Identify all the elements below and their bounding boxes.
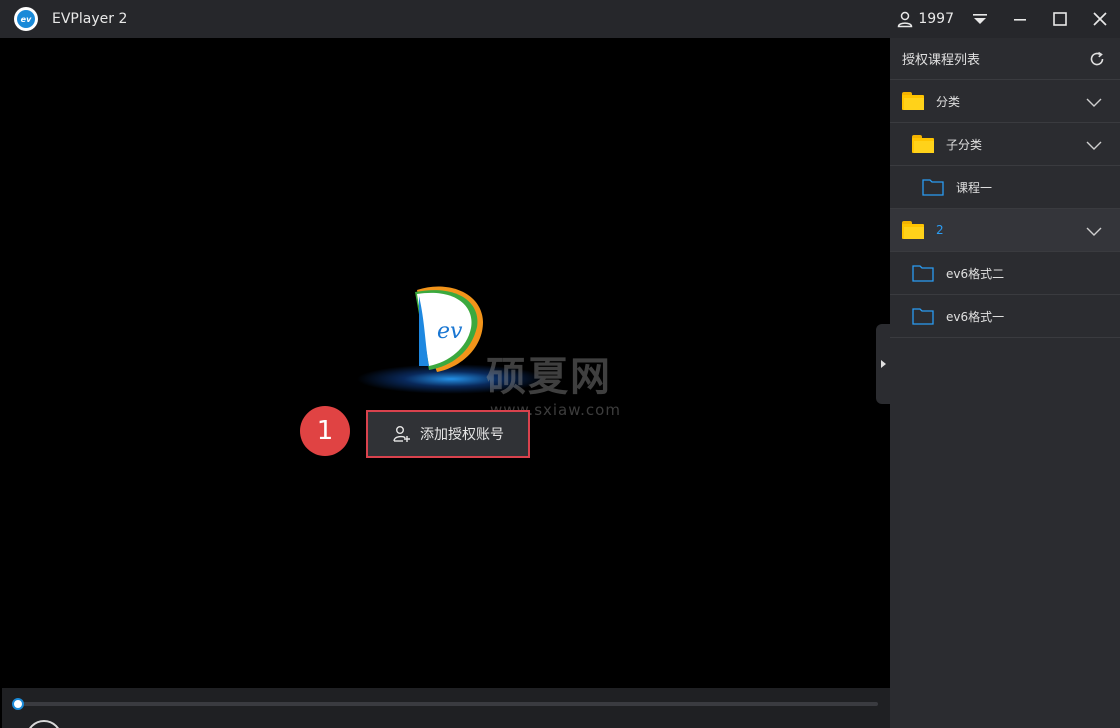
add-account-label: 添加授权账号: [420, 427, 504, 443]
app-logo-text: ev: [17, 10, 35, 28]
minimize-icon: [1014, 19, 1026, 21]
ev-logo-icon: ev: [415, 286, 483, 372]
maximize-icon: [1053, 12, 1067, 26]
progress-track[interactable]: [12, 698, 878, 710]
tree-item[interactable]: 2: [890, 209, 1120, 252]
minimize-button[interactable]: [1000, 0, 1040, 38]
course-sidebar: 授权课程列表 分类子分类课程一 2 ev6格式二 ev6格式一: [890, 38, 1120, 728]
tree-item[interactable]: 子分类: [890, 123, 1120, 166]
app-title: EVPlayer 2: [52, 11, 128, 27]
tree-item[interactable]: 课程一: [890, 166, 1120, 209]
sidebar-toggle-button[interactable]: [876, 324, 890, 404]
player-logo-text: ev: [437, 319, 463, 344]
tree-item-label: 2: [936, 223, 944, 237]
app-logo: ev: [14, 7, 38, 31]
collapse-arrow-icon: [880, 360, 886, 368]
playback-bar: [2, 688, 890, 728]
add-authorized-account-button[interactable]: 添加授权账号: [366, 410, 530, 458]
folder-icon: [912, 135, 934, 153]
step-badge: 1: [300, 406, 350, 456]
tree-item-label: 子分类: [946, 137, 983, 152]
folder-outline-icon: [922, 179, 944, 196]
maximize-button[interactable]: [1040, 0, 1080, 38]
menu-dropdown-button[interactable]: [960, 0, 1000, 38]
watermark-text: 硕夏网: [486, 354, 612, 400]
menu-dropdown-icon: [973, 14, 987, 24]
tree-item[interactable]: ev6格式二: [890, 252, 1120, 295]
user-name: 1997: [918, 11, 954, 27]
chevron-down-icon[interactable]: [1086, 137, 1102, 151]
folder-outline-icon: [912, 265, 934, 282]
user-account-button[interactable]: 1997: [890, 0, 960, 38]
close-icon: [1093, 12, 1107, 26]
tree-item[interactable]: 分类: [890, 80, 1120, 123]
chevron-down-icon[interactable]: [1086, 223, 1102, 237]
tree-item[interactable]: ev6格式一: [890, 295, 1120, 338]
title-bar-controls: 1997: [890, 0, 1120, 38]
tree-item-label: 分类: [936, 94, 961, 109]
player-logo: ev: [407, 282, 487, 382]
course-tree: 分类子分类课程一 2 ev6格式二 ev6格式一: [890, 80, 1120, 338]
folder-outline-icon: [912, 308, 934, 325]
tree-item-label: 课程一: [956, 180, 993, 195]
progress-thumb[interactable]: [12, 698, 24, 710]
refresh-icon: [1090, 51, 1104, 65]
tree-item-label: ev6格式一: [946, 309, 1005, 324]
tree-item-label: ev6格式二: [946, 266, 1005, 281]
close-button[interactable]: [1080, 0, 1120, 38]
sidebar-header: 授权课程列表: [890, 38, 1120, 80]
user-icon: [898, 11, 913, 28]
add-user-icon: [393, 426, 410, 442]
video-area[interactable]: ev 硕夏网 www.sxiaw.com 1 添加授权账号: [2, 38, 890, 688]
chevron-down-icon[interactable]: [1086, 94, 1102, 108]
title-bar: ev EVPlayer 2 1997: [0, 0, 1120, 38]
refresh-button[interactable]: [1088, 50, 1106, 68]
sidebar-title: 授权课程列表: [902, 53, 981, 68]
folder-icon: [902, 221, 924, 239]
play-button[interactable]: [26, 720, 62, 728]
folder-icon: [902, 92, 924, 110]
